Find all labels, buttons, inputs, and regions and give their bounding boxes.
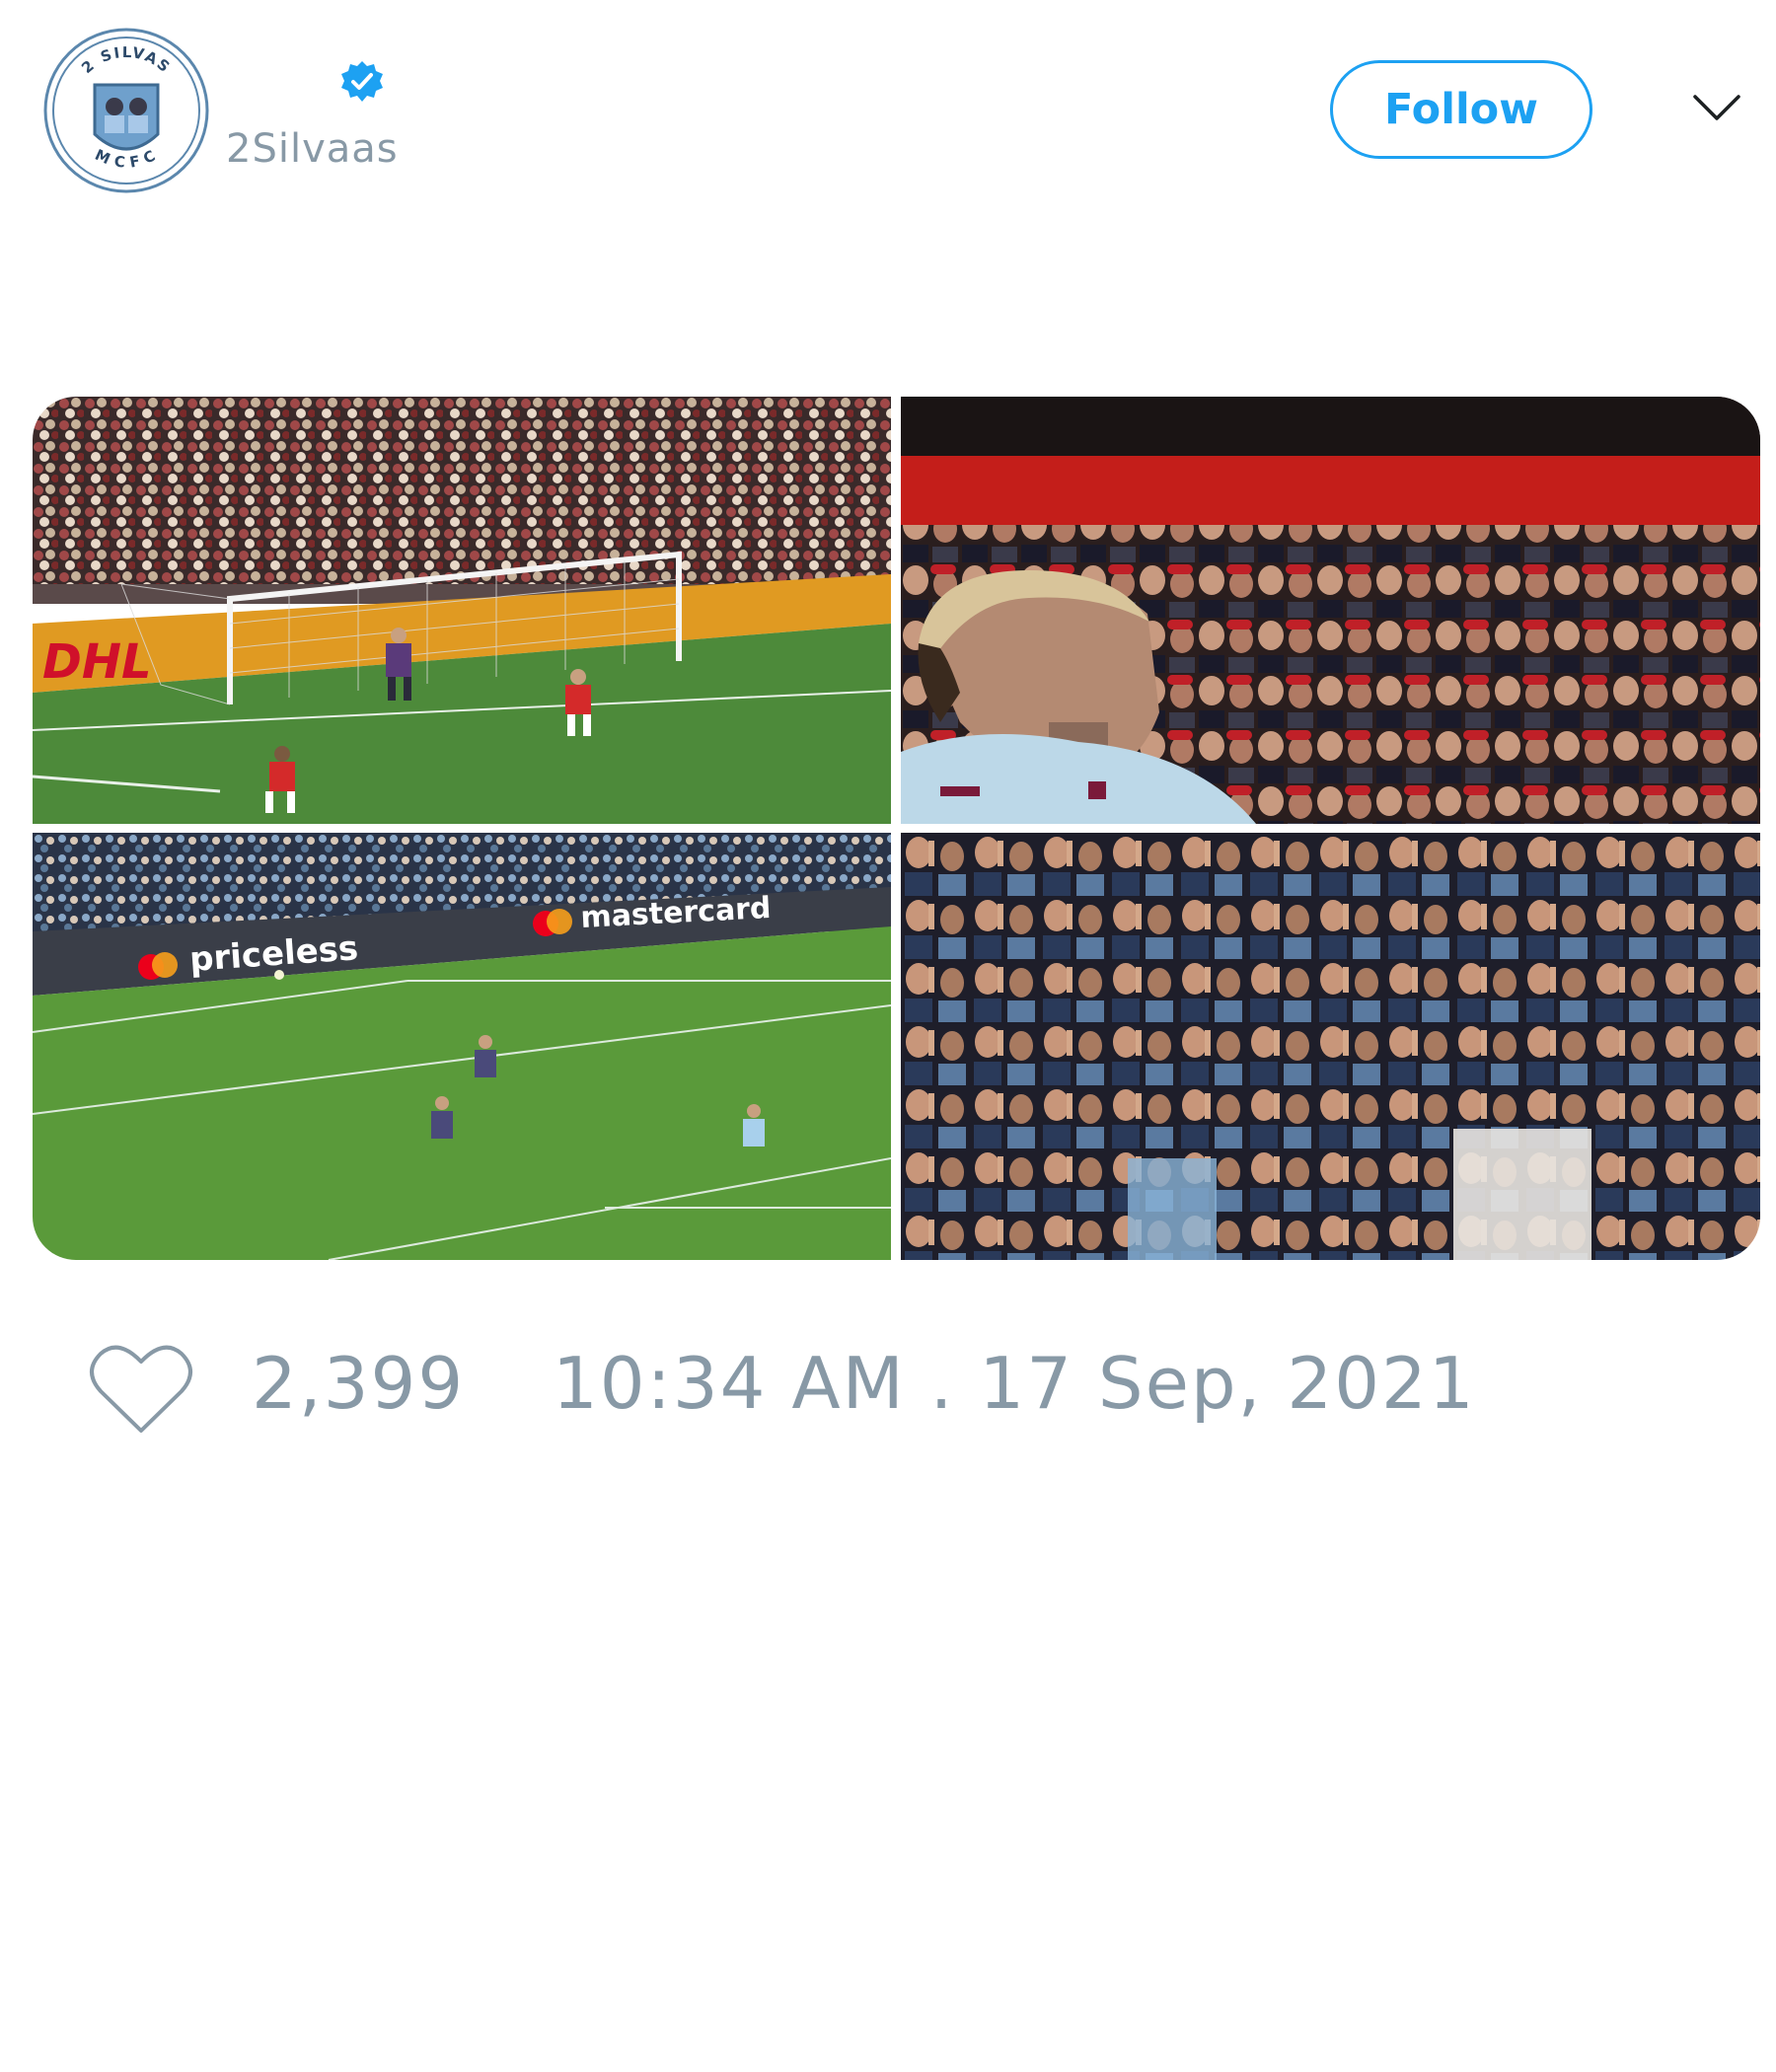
media-image-player-closeup[interactable]	[901, 397, 1760, 824]
tweet-timestamp[interactable]: 10:34 AM . 17 Sep, 2021	[553, 1342, 1476, 1425]
chevron-down-icon[interactable]	[1691, 89, 1742, 128]
like-count: 2,399	[252, 1342, 466, 1425]
tweet-media-grid[interactable]: DHL priceless mastercard	[33, 397, 1760, 1260]
follow-button[interactable]: Follow	[1330, 60, 1592, 159]
heart-icon[interactable]	[89, 1342, 193, 1437]
avatar[interactable]: 2 SILVAS MCFC	[43, 28, 209, 193]
author-handle[interactable]: 2Silvaas	[226, 126, 399, 172]
media-image-goalmouth[interactable]: DHL	[33, 397, 891, 824]
media-image-crowd-celebration[interactable]	[901, 833, 1760, 1260]
verified-badge-icon	[339, 59, 385, 105]
media-image-pitch-wide[interactable]: priceless mastercard	[33, 833, 891, 1260]
board-dhl-text: DHL	[42, 634, 152, 690]
